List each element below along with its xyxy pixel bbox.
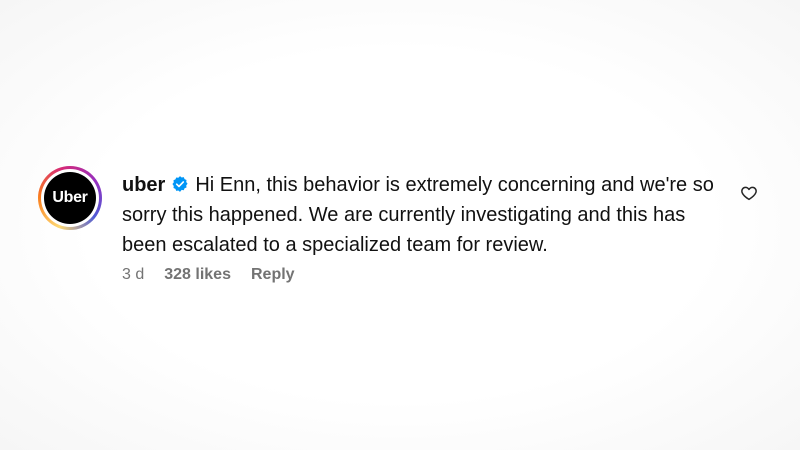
- likes-count[interactable]: 328 likes: [164, 266, 231, 284]
- heart-icon[interactable]: [740, 184, 758, 202]
- reply-button[interactable]: Reply: [251, 266, 295, 284]
- avatar[interactable]: Uber: [44, 172, 96, 224]
- comment-text: uber Hi Enn, this behavior is extremely …: [122, 170, 722, 260]
- comment-timestamp[interactable]: 3 d: [122, 266, 144, 284]
- username-link[interactable]: uber: [122, 174, 165, 196]
- comment-body: Hi Enn, this behavior is extremely conce…: [122, 174, 714, 256]
- avatar-story-ring[interactable]: Uber: [38, 166, 102, 230]
- verified-badge-icon: [172, 176, 188, 192]
- avatar-logo-text: Uber: [52, 189, 88, 206]
- comment-meta: 3 d 328 likes Reply: [122, 266, 295, 284]
